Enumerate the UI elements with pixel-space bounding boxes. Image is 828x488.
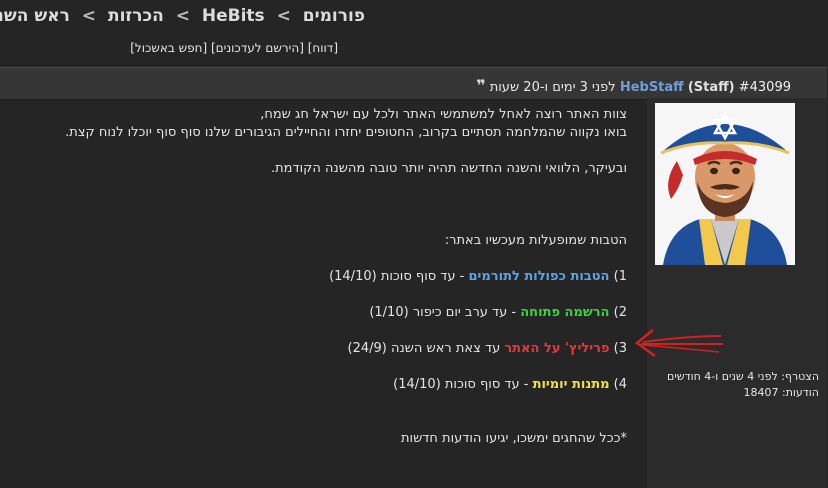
breadcrumb-forums[interactable]: פורומים [304,6,366,26]
breadcrumb-separator: > [176,6,191,26]
breadcrumb-hebits[interactable]: HeBits [203,6,266,26]
breadcrumb-separator: > [277,6,292,26]
report-link[interactable]: [דווח] [309,41,339,55]
search-thread-link[interactable]: [חפש באשכול] [131,41,208,55]
post-number[interactable]: #43099 [740,80,792,95]
post-header: #43099 HebStaff (Staff) לפני 3 ימים ו-20… [0,67,828,100]
post-count-label: הודעות: [782,386,820,399]
benefit-item: 1) הטבות כפולות לתורמים - עד סוף סוכות (… [208,268,628,286]
quote-icon[interactable]: ❞ [477,76,486,95]
breadcrumb-announcements[interactable]: הכרזות [109,6,165,26]
benefit-detail: - עד סוף סוכות (14/10) [330,269,470,284]
breadcrumb-thread-title: ראש השנה [0,6,71,26]
benefit-item: 4) מתנות יומיות - עד סוף סוכות (14/10) [208,376,628,394]
message-line: צוות האתר רוצה לאחל למשתמשי האתר ולכל עם… [261,107,628,122]
benefit-number: 3) [614,341,628,356]
footnote: *ככל שהחגים ימשכו, יגיעו הודעות חדשות [402,431,628,446]
post-meta: #43099 HebStaff (Staff) לפני 3 ימים ו-20… [473,76,792,95]
benefit-item: 2) הרשמה פתוחה - עד ערב יום כיפור (1/10) [208,304,628,322]
thread-actions: [דווח] [הירשם לעדכונים] [חפש באשכול] [131,41,339,55]
message-line: בואו נקווה שהמלחמה תסתיים בקרוב, החטופים… [66,125,628,140]
post-author[interactable]: HebStaff [621,80,685,95]
subscribe-link[interactable]: [הירשם לעדכונים] [212,41,305,55]
pirate-avatar [656,103,796,265]
benefits-title: הטבות שמופעלות מעכשיו באתר: [445,233,628,248]
post-count: הודעות: 18407 [652,385,820,401]
breadcrumb-separator: > [82,6,98,26]
user-info: הצטרף: לפני 4 שנים ו-4 חודשים הודעות: 18… [652,369,820,401]
join-date-value: לפני 4 שנים ו-4 חודשים [668,370,779,383]
post-count-value: 18407 [744,386,780,399]
benefit-detail: - עד סוף סוכות (14/10) [394,377,534,392]
benefit-highlight: הרשמה פתוחה [521,305,611,320]
post-body: צוות האתר רוצה לאחל למשתמשי האתר ולכל עם… [66,106,629,448]
benefit-item: 3) פריליץ' על האתר עד צאת ראש השנה (24/9… [208,340,629,358]
benefit-highlight: מתנות יומיות [533,377,611,392]
benefit-highlight: פריליץ' על האתר [505,341,611,356]
benefit-detail: עד צאת ראש השנה (24/9) [348,341,506,356]
author-role: (Staff) [688,80,736,95]
benefit-number: 1) [614,269,628,284]
benefit-highlight: הטבות כפולות לתורמים [469,269,611,284]
message-line: ובעיקר, הלוואי והשנה החדשה תהיה יותר טוב… [272,161,628,176]
annotation-arrow-icon [635,329,724,358]
benefit-number: 4) [614,377,628,392]
benefit-number: 2) [614,305,628,320]
join-date: הצטרף: לפני 4 שנים ו-4 חודשים [652,369,820,385]
benefit-detail: - עד ערב יום כיפור (1/10) [370,305,522,320]
user-panel: הצטרף: לפני 4 שנים ו-4 חודשים הודעות: 18… [648,98,828,488]
post-time: לפני 3 ימים ו-20 שעות [490,80,617,95]
breadcrumb: פורומים > HeBits > הכרזות > ראש השנה [0,6,366,26]
join-date-label: הצטרף: [782,370,820,383]
